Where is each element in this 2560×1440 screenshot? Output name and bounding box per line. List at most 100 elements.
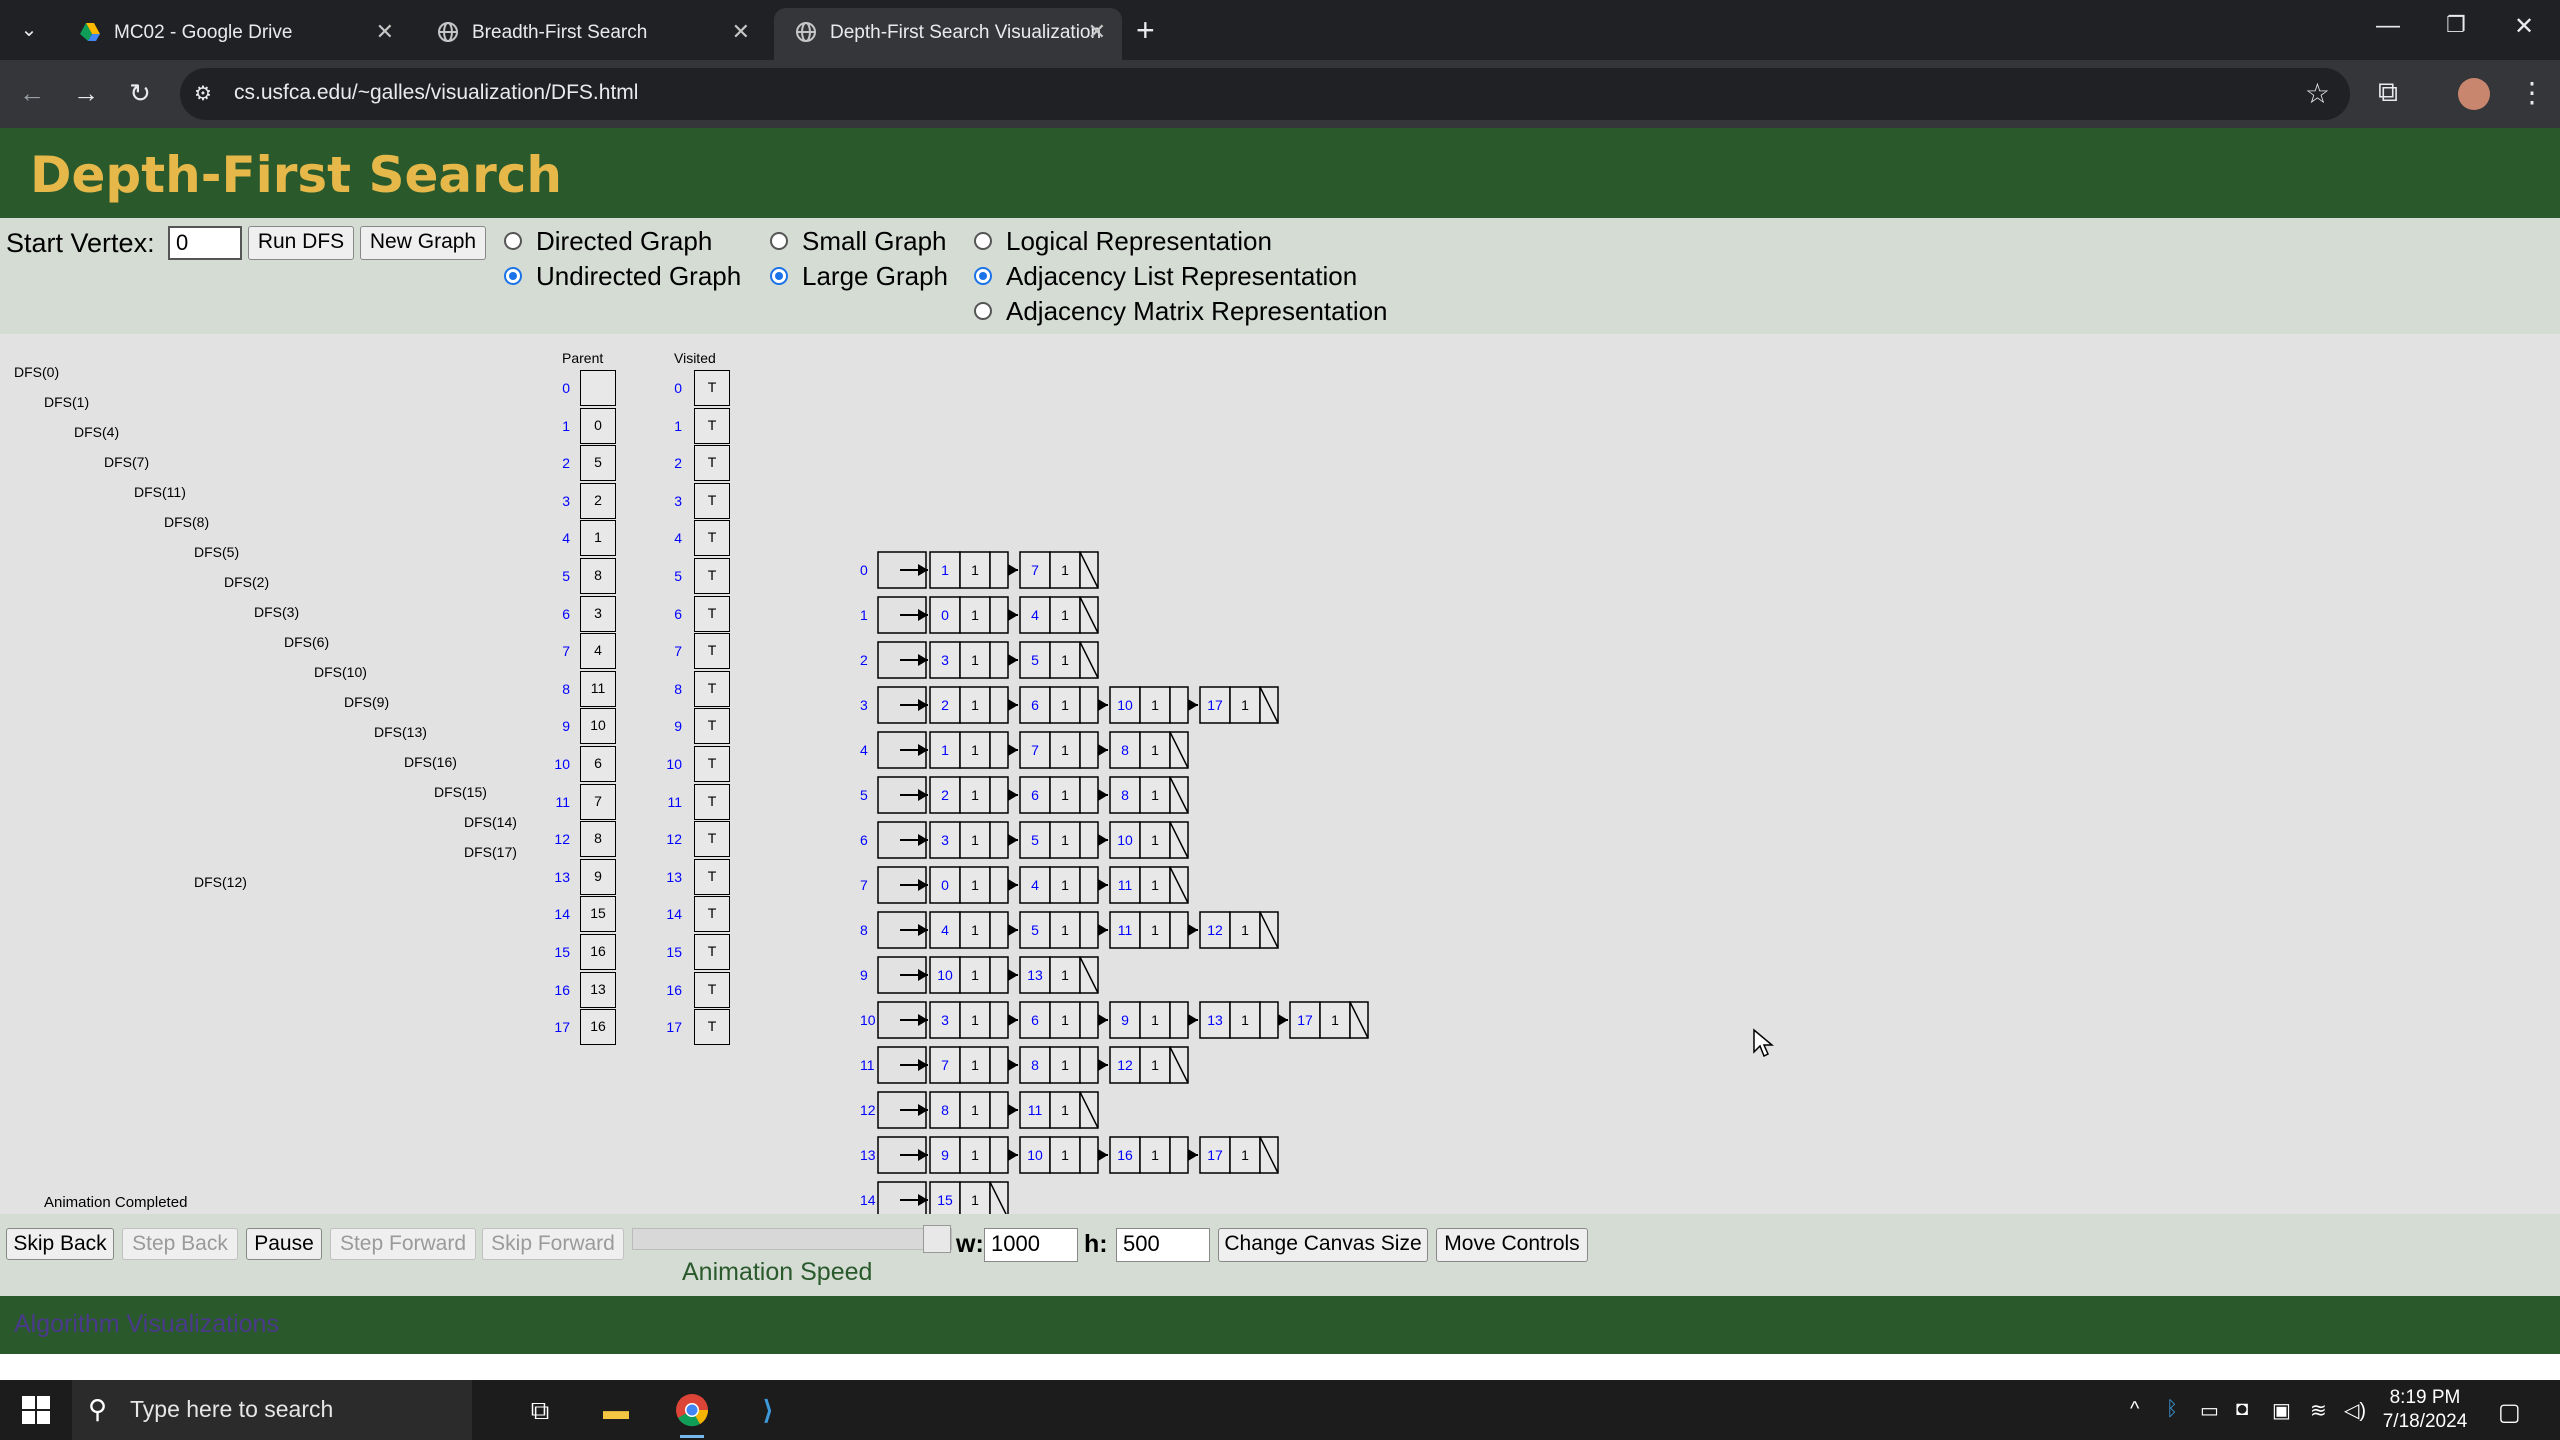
restore-icon[interactable]: ❐: [2436, 12, 2476, 38]
tab-close-icon[interactable]: ✕: [1088, 19, 1106, 45]
display-icon[interactable]: ▣: [2272, 1398, 2291, 1423]
adjacency-list-radio[interactable]: [974, 267, 992, 285]
site-info-icon[interactable]: ⚙: [194, 81, 212, 106]
change-canvas-size-button[interactable]: Change Canvas Size: [1218, 1228, 1428, 1262]
dfs-call: DFS(6): [284, 634, 330, 650]
run-dfs-button[interactable]: Run DFS: [248, 226, 354, 260]
visited-cell: T: [694, 520, 730, 557]
start-vertex-input[interactable]: 0: [168, 226, 242, 260]
dfs-call: DFS(8): [164, 514, 210, 530]
bluetooth-icon[interactable]: ᛒ: [2166, 1398, 2178, 1421]
adj-node-weight: 1: [1061, 832, 1069, 848]
skip-forward-button[interactable]: Skip Forward: [482, 1228, 624, 1260]
extensions-puzzle-icon[interactable]: ⧉: [2378, 76, 2398, 109]
browser-tab-bar: ⌄ MC02 - Google Drive ✕ Breadth-First Se…: [0, 0, 2560, 60]
animation-speed-slider[interactable]: [632, 1225, 952, 1253]
address-bar[interactable]: ⚙ cs.usfca.edu/~galles/visualization/DFS…: [180, 68, 2350, 120]
canvas-width-input[interactable]: 1000: [984, 1228, 1078, 1262]
pause-button[interactable]: Pause: [246, 1228, 322, 1260]
directed-graph-radio[interactable]: [504, 232, 522, 250]
slider-thumb[interactable]: [923, 1225, 951, 1253]
battery-icon[interactable]: ▭: [2200, 1398, 2219, 1423]
visited-cell: T: [694, 858, 730, 895]
adj-node-vertex: 6: [1031, 1012, 1039, 1028]
system-clock[interactable]: 8:19 PM 7/18/2024: [2370, 1386, 2480, 1434]
chrome-logo: [676, 1394, 709, 1427]
more-menu-icon[interactable]: ⋮: [2518, 76, 2546, 109]
visited-index: 17: [666, 1019, 682, 1036]
adjacency-matrix-radio[interactable]: [974, 302, 992, 320]
page-footer: Algorithm Visualizations: [0, 1296, 2560, 1354]
tab-title: Depth-First Search Visualization: [830, 22, 1102, 43]
animation-status: Animation Completed: [44, 1194, 188, 1211]
parent-index: 14: [554, 906, 570, 923]
tab-close-icon[interactable]: ✕: [376, 19, 394, 45]
vscode-icon[interactable]: ⟩: [748, 1390, 788, 1430]
adj-node-next-cell: [989, 641, 1009, 679]
bookmark-star-icon[interactable]: ☆: [2305, 77, 2330, 110]
tab-depth-first-search[interactable]: Depth-First Search Visualization ✕: [774, 8, 1122, 60]
adj-node-vertex: 11: [1118, 922, 1133, 938]
parent-index: 1: [562, 417, 570, 434]
task-view-icon[interactable]: ⧉: [520, 1390, 560, 1430]
adj-node-weight: 1: [1151, 787, 1159, 803]
dfs-call: DFS(5): [194, 544, 240, 560]
adj-node-next-cell: [989, 551, 1009, 589]
adj-node-weight: 1: [971, 1057, 979, 1073]
directed-graph-label: Directed Graph: [536, 226, 713, 256]
windows-start-icon[interactable]: [22, 1396, 50, 1424]
tab-google-drive[interactable]: MC02 - Google Drive ✕: [58, 8, 410, 60]
tab-breadth-first-search[interactable]: Breadth-First Search ✕: [416, 8, 766, 60]
algorithm-visualizations-link[interactable]: Algorithm Visualizations: [14, 1310, 279, 1339]
show-hidden-icons-chevron-icon[interactable]: ^: [2130, 1398, 2139, 1421]
adj-node-vertex: 13: [1027, 967, 1043, 983]
chrome-icon[interactable]: [672, 1390, 712, 1438]
wifi-icon[interactable]: ≋: [2310, 1398, 2327, 1423]
small-graph-radio[interactable]: [770, 232, 788, 250]
url-text[interactable]: cs.usfca.edu/~galles/visualization/DFS.h…: [234, 81, 638, 105]
profile-avatar[interactable]: [2458, 78, 2490, 110]
move-controls-button[interactable]: Move Controls: [1436, 1228, 1588, 1262]
reload-icon[interactable]: ↻: [122, 78, 158, 109]
adj-node-next-cell: [989, 866, 1009, 904]
tab-close-icon[interactable]: ✕: [732, 19, 750, 45]
dfs-call: DFS(4): [74, 424, 120, 440]
minimize-icon[interactable]: —: [2368, 12, 2408, 40]
algorithm-controls: Start Vertex: 0 Run DFS New Graph Direct…: [0, 218, 2560, 334]
notifications-icon[interactable]: ▢: [2498, 1398, 2521, 1427]
dfs-call: DFS(12): [194, 874, 247, 890]
close-window-icon[interactable]: ✕: [2504, 12, 2544, 41]
adj-row-index: 3: [860, 697, 868, 713]
adj-node-next-cell: [989, 911, 1009, 949]
skip-back-button[interactable]: Skip Back: [6, 1228, 114, 1260]
adj-node-vertex: 11: [1028, 1102, 1043, 1118]
large-graph-radio[interactable]: [770, 267, 788, 285]
file-explorer-icon[interactable]: ▬: [596, 1390, 636, 1430]
adj-node-next-cell: [1079, 866, 1099, 904]
adj-node-weight: 1: [1061, 1057, 1069, 1073]
new-graph-button[interactable]: New Graph: [360, 226, 486, 260]
visited-cell: T: [694, 971, 730, 1008]
parent-cell: [580, 370, 616, 406]
new-tab-plus-icon[interactable]: +: [1136, 12, 1155, 49]
adj-node-next-cell: [989, 821, 1009, 859]
undirected-graph-radio[interactable]: [504, 267, 522, 285]
logical-representation-radio[interactable]: [974, 232, 992, 250]
adj-node-vertex: 10: [1027, 1147, 1043, 1163]
step-back-button[interactable]: Step Back: [122, 1228, 238, 1260]
visited-cell: T: [694, 482, 730, 519]
volume-icon[interactable]: ◁): [2344, 1398, 2366, 1423]
taskbar-search-box[interactable]: ⚲ Type here to search: [72, 1380, 472, 1440]
step-forward-button[interactable]: Step Forward: [330, 1228, 476, 1260]
adj-node-next-cell: [989, 1091, 1009, 1129]
adj-arrowhead: [1098, 834, 1108, 846]
adj-node-vertex: 10: [937, 967, 953, 983]
camera-icon[interactable]: ◘: [2236, 1398, 2248, 1421]
canvas-height-input[interactable]: 500: [1116, 1228, 1210, 1262]
forward-arrow-icon[interactable]: →: [68, 78, 104, 109]
back-arrow-icon[interactable]: ←: [14, 78, 50, 109]
dfs-call: DFS(14): [464, 814, 517, 830]
adj-row-index: 4: [860, 742, 868, 758]
tab-search-chevron-icon[interactable]: ⌄: [10, 14, 48, 46]
parent-cell: 4: [580, 633, 616, 670]
